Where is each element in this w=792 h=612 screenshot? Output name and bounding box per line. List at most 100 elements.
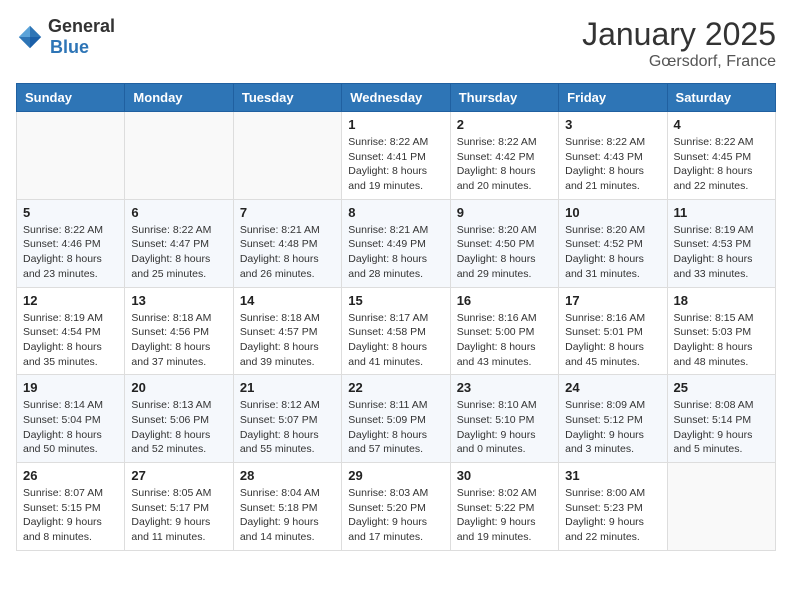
calendar-cell: 25 Sunrise: 8:08 AM Sunset: 5:14 PM Dayli… bbox=[667, 375, 775, 463]
calendar-cell: 1 Sunrise: 8:22 AM Sunset: 4:41 PM Daylig… bbox=[342, 112, 450, 200]
day-number: 15 bbox=[348, 293, 443, 308]
day-info: Sunrise: 8:15 AM Sunset: 5:03 PM Dayligh… bbox=[674, 311, 769, 370]
logo-icon bbox=[16, 23, 44, 51]
calendar-cell: 8 Sunrise: 8:21 AM Sunset: 4:49 PM Daylig… bbox=[342, 199, 450, 287]
day-number: 21 bbox=[240, 380, 335, 395]
day-info: Sunrise: 8:13 AM Sunset: 5:06 PM Dayligh… bbox=[131, 398, 226, 457]
day-number: 31 bbox=[565, 468, 660, 483]
day-number: 30 bbox=[457, 468, 552, 483]
day-info: Sunrise: 8:22 AM Sunset: 4:47 PM Dayligh… bbox=[131, 223, 226, 282]
title-block: January 2025 Gœrsdorf, France bbox=[582, 16, 776, 71]
day-info: Sunrise: 8:07 AM Sunset: 5:15 PM Dayligh… bbox=[23, 486, 118, 545]
day-number: 1 bbox=[348, 117, 443, 132]
calendar-header-row: SundayMondayTuesdayWednesdayThursdayFrid… bbox=[17, 84, 776, 112]
day-number: 14 bbox=[240, 293, 335, 308]
day-info: Sunrise: 8:17 AM Sunset: 4:58 PM Dayligh… bbox=[348, 311, 443, 370]
day-header-saturday: Saturday bbox=[667, 84, 775, 112]
calendar-week-4: 26 Sunrise: 8:07 AM Sunset: 5:15 PM Dayli… bbox=[17, 463, 776, 551]
day-header-friday: Friday bbox=[559, 84, 667, 112]
day-info: Sunrise: 8:04 AM Sunset: 5:18 PM Dayligh… bbox=[240, 486, 335, 545]
day-info: Sunrise: 8:02 AM Sunset: 5:22 PM Dayligh… bbox=[457, 486, 552, 545]
day-number: 20 bbox=[131, 380, 226, 395]
day-info: Sunrise: 8:20 AM Sunset: 4:52 PM Dayligh… bbox=[565, 223, 660, 282]
day-number: 19 bbox=[23, 380, 118, 395]
calendar-week-1: 5 Sunrise: 8:22 AM Sunset: 4:46 PM Daylig… bbox=[17, 199, 776, 287]
day-header-thursday: Thursday bbox=[450, 84, 558, 112]
day-number: 18 bbox=[674, 293, 769, 308]
day-header-tuesday: Tuesday bbox=[233, 84, 341, 112]
calendar-cell: 27 Sunrise: 8:05 AM Sunset: 5:17 PM Dayli… bbox=[125, 463, 233, 551]
day-info: Sunrise: 8:03 AM Sunset: 5:20 PM Dayligh… bbox=[348, 486, 443, 545]
day-info: Sunrise: 8:21 AM Sunset: 4:49 PM Dayligh… bbox=[348, 223, 443, 282]
day-info: Sunrise: 8:19 AM Sunset: 4:53 PM Dayligh… bbox=[674, 223, 769, 282]
day-info: Sunrise: 8:21 AM Sunset: 4:48 PM Dayligh… bbox=[240, 223, 335, 282]
day-number: 28 bbox=[240, 468, 335, 483]
logo-general: General bbox=[48, 16, 115, 36]
calendar-cell: 29 Sunrise: 8:03 AM Sunset: 5:20 PM Dayli… bbox=[342, 463, 450, 551]
day-info: Sunrise: 8:00 AM Sunset: 5:23 PM Dayligh… bbox=[565, 486, 660, 545]
calendar-cell bbox=[17, 112, 125, 200]
page-header: General Blue January 2025 Gœrsdorf, Fran… bbox=[16, 16, 776, 71]
day-number: 8 bbox=[348, 205, 443, 220]
calendar-table: SundayMondayTuesdayWednesdayThursdayFrid… bbox=[16, 83, 776, 551]
day-number: 3 bbox=[565, 117, 660, 132]
calendar-cell: 16 Sunrise: 8:16 AM Sunset: 5:00 PM Dayli… bbox=[450, 287, 558, 375]
calendar-cell: 19 Sunrise: 8:14 AM Sunset: 5:04 PM Dayli… bbox=[17, 375, 125, 463]
calendar-cell: 18 Sunrise: 8:15 AM Sunset: 5:03 PM Dayli… bbox=[667, 287, 775, 375]
day-info: Sunrise: 8:10 AM Sunset: 5:10 PM Dayligh… bbox=[457, 398, 552, 457]
location-title: Gœrsdorf, France bbox=[582, 53, 776, 71]
calendar-week-2: 12Sunrise: 8:19 AM Sunset: 4:54 PM Dayli… bbox=[17, 287, 776, 375]
day-info: Sunrise: 8:14 AM Sunset: 5:04 PM Dayligh… bbox=[23, 398, 118, 457]
calendar-cell: 20 Sunrise: 8:13 AM Sunset: 5:06 PM Dayli… bbox=[125, 375, 233, 463]
calendar-cell: 21 Sunrise: 8:12 AM Sunset: 5:07 PM Dayli… bbox=[233, 375, 341, 463]
logo-blue: Blue bbox=[50, 37, 89, 57]
day-number: 11 bbox=[674, 205, 769, 220]
day-info: Sunrise: 8:18 AM Sunset: 4:56 PM Dayligh… bbox=[131, 311, 226, 370]
day-number: 7 bbox=[240, 205, 335, 220]
calendar-cell: 22 Sunrise: 8:11 AM Sunset: 5:09 PM Dayli… bbox=[342, 375, 450, 463]
day-number: 17 bbox=[565, 293, 660, 308]
calendar-cell: 12Sunrise: 8:19 AM Sunset: 4:54 PM Dayli… bbox=[17, 287, 125, 375]
calendar-week-0: 1 Sunrise: 8:22 AM Sunset: 4:41 PM Daylig… bbox=[17, 112, 776, 200]
calendar-cell bbox=[667, 463, 775, 551]
day-info: Sunrise: 8:22 AM Sunset: 4:41 PM Dayligh… bbox=[348, 135, 443, 194]
day-number: 2 bbox=[457, 117, 552, 132]
calendar-cell: 30 Sunrise: 8:02 AM Sunset: 5:22 PM Dayli… bbox=[450, 463, 558, 551]
day-number: 5 bbox=[23, 205, 118, 220]
day-info: Sunrise: 8:11 AM Sunset: 5:09 PM Dayligh… bbox=[348, 398, 443, 457]
day-number: 10 bbox=[565, 205, 660, 220]
day-number: 13 bbox=[131, 293, 226, 308]
calendar-cell: 2 Sunrise: 8:22 AM Sunset: 4:42 PM Daylig… bbox=[450, 112, 558, 200]
calendar-cell: 11 Sunrise: 8:19 AM Sunset: 4:53 PM Dayli… bbox=[667, 199, 775, 287]
day-info: Sunrise: 8:22 AM Sunset: 4:45 PM Dayligh… bbox=[674, 135, 769, 194]
day-info: Sunrise: 8:22 AM Sunset: 4:42 PM Dayligh… bbox=[457, 135, 552, 194]
day-number: 24 bbox=[565, 380, 660, 395]
day-info: Sunrise: 8:12 AM Sunset: 5:07 PM Dayligh… bbox=[240, 398, 335, 457]
day-number: 29 bbox=[348, 468, 443, 483]
calendar-cell: 10 Sunrise: 8:20 AM Sunset: 4:52 PM Dayli… bbox=[559, 199, 667, 287]
day-number: 4 bbox=[674, 117, 769, 132]
day-info: Sunrise: 8:16 AM Sunset: 5:01 PM Dayligh… bbox=[565, 311, 660, 370]
calendar-cell: 7 Sunrise: 8:21 AM Sunset: 4:48 PM Daylig… bbox=[233, 199, 341, 287]
calendar-cell: 31 Sunrise: 8:00 AM Sunset: 5:23 PM Dayli… bbox=[559, 463, 667, 551]
day-number: 22 bbox=[348, 380, 443, 395]
day-number: 26 bbox=[23, 468, 118, 483]
logo: General Blue bbox=[16, 16, 115, 58]
calendar-cell bbox=[125, 112, 233, 200]
day-info: Sunrise: 8:09 AM Sunset: 5:12 PM Dayligh… bbox=[565, 398, 660, 457]
day-info: Sunrise: 8:16 AM Sunset: 5:00 PM Dayligh… bbox=[457, 311, 552, 370]
calendar-cell: 4 Sunrise: 8:22 AM Sunset: 4:45 PM Daylig… bbox=[667, 112, 775, 200]
month-title: January 2025 bbox=[582, 16, 776, 53]
day-header-sunday: Sunday bbox=[17, 84, 125, 112]
calendar-cell: 26 Sunrise: 8:07 AM Sunset: 5:15 PM Dayli… bbox=[17, 463, 125, 551]
day-number: 25 bbox=[674, 380, 769, 395]
day-info: Sunrise: 8:05 AM Sunset: 5:17 PM Dayligh… bbox=[131, 486, 226, 545]
day-number: 27 bbox=[131, 468, 226, 483]
day-info: Sunrise: 8:22 AM Sunset: 4:46 PM Dayligh… bbox=[23, 223, 118, 282]
day-info: Sunrise: 8:18 AM Sunset: 4:57 PM Dayligh… bbox=[240, 311, 335, 370]
day-number: 16 bbox=[457, 293, 552, 308]
day-info: Sunrise: 8:08 AM Sunset: 5:14 PM Dayligh… bbox=[674, 398, 769, 457]
day-header-wednesday: Wednesday bbox=[342, 84, 450, 112]
day-info: Sunrise: 8:20 AM Sunset: 4:50 PM Dayligh… bbox=[457, 223, 552, 282]
day-info: Sunrise: 8:22 AM Sunset: 4:43 PM Dayligh… bbox=[565, 135, 660, 194]
